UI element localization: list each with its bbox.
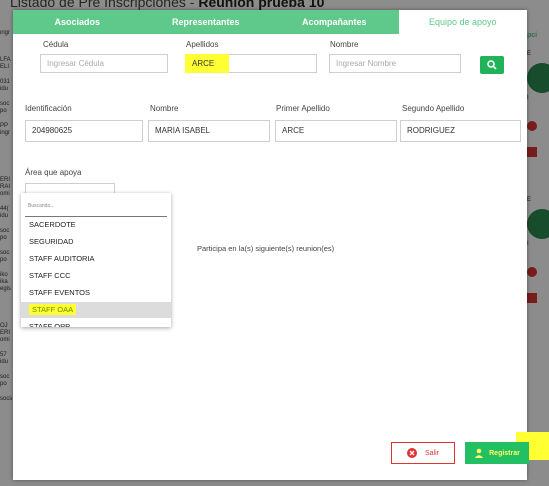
salir-button[interactable]: Salir bbox=[391, 442, 455, 464]
tab-bar: Asociados Representantes Acompañantes Eq… bbox=[13, 10, 527, 34]
segundo-apellido-label: Segundo Apellido bbox=[402, 104, 465, 113]
cedula-search-input[interactable]: Ingresar Cédula bbox=[40, 54, 168, 73]
apellidos-input-remainder[interactable] bbox=[229, 54, 317, 73]
close-circle-icon bbox=[406, 448, 417, 458]
registrar-button[interactable]: Registrar bbox=[465, 442, 529, 464]
area-dropdown: Buscando... SACERDOTE SEGURIDAD STAFF AU… bbox=[21, 193, 171, 327]
segundo-apellido-field[interactable]: RODRIGUEZ bbox=[400, 120, 521, 142]
identificacion-label: Identificación bbox=[25, 104, 72, 113]
nombre-label: Nombre bbox=[150, 104, 179, 113]
tab-representantes[interactable]: Representantes bbox=[142, 10, 271, 34]
tab-acompanantes[interactable]: Acompañantes bbox=[270, 10, 399, 34]
area-apoya-label: Área que apoya bbox=[25, 168, 82, 177]
apellidos-label: Apellidos bbox=[186, 40, 219, 49]
primer-apellido-field[interactable]: ARCE bbox=[275, 120, 397, 142]
tab-asociados[interactable]: Asociados bbox=[13, 10, 142, 34]
nombre-field[interactable]: MARIA ISABEL bbox=[148, 120, 270, 142]
dropdown-option-selected[interactable]: STAFF OAA bbox=[21, 302, 171, 318]
dropdown-option[interactable]: SACERDOTE bbox=[21, 217, 171, 233]
registration-modal: Asociados Representantes Acompañantes Eq… bbox=[13, 10, 527, 480]
dropdown-search-input[interactable]: Buscando... bbox=[25, 197, 167, 217]
search-button[interactable] bbox=[480, 56, 504, 74]
dropdown-option[interactable]: STAFF AUDITORIA bbox=[21, 251, 171, 267]
primer-apellido-label: Primer Apellido bbox=[276, 104, 330, 113]
nombre-search-label: Nombre bbox=[330, 40, 359, 49]
nombre-search-input[interactable]: Ingresar Nombre bbox=[329, 54, 461, 73]
salir-label: Salir bbox=[424, 449, 439, 457]
search-icon bbox=[487, 60, 497, 70]
identificacion-field[interactable]: 204980625 bbox=[25, 120, 143, 142]
dropdown-option[interactable]: SEGURIDAD bbox=[21, 234, 171, 250]
registrar-label: Registrar bbox=[489, 449, 520, 457]
dropdown-option[interactable]: STAFF CCC bbox=[21, 268, 171, 284]
dropdown-option[interactable]: STAFF EVENTOS bbox=[21, 285, 171, 301]
user-icon bbox=[474, 448, 484, 458]
participa-text: Participa en la(s) siguiente(s) reunion(… bbox=[197, 244, 335, 253]
cedula-label: Cédula bbox=[43, 40, 69, 49]
dropdown-option[interactable]: STAFF OPP bbox=[21, 319, 171, 327]
dropdown-option-label: STAFF OAA bbox=[29, 304, 77, 315]
apellidos-search-input[interactable]: ARCE bbox=[185, 54, 229, 73]
tab-equipo-de-apoyo[interactable]: Equipo de apoyo bbox=[398, 10, 527, 34]
